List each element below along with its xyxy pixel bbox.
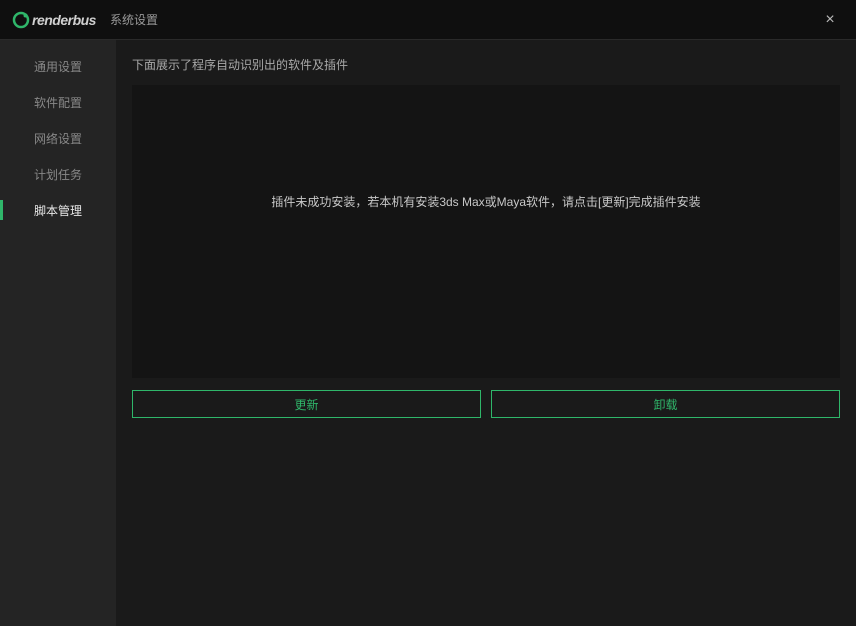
logo-text: renderbus (32, 12, 96, 28)
sidebar-item-scripts[interactable]: 脚本管理 (0, 192, 116, 228)
window-body: 通用设置 软件配置 网络设置 计划任务 脚本管理 下面展示了程序自动识别出的软件… (0, 40, 856, 626)
close-icon: × (825, 11, 834, 29)
settings-window: renderbus 系统设置 × 通用设置 软件配置 网络设置 计划任务 脚本管… (0, 0, 856, 626)
sidebar-item-tasks[interactable]: 计划任务 (0, 156, 116, 192)
close-button[interactable]: × (816, 6, 844, 34)
sidebar-item-label: 网络设置 (34, 130, 82, 147)
footer-space (116, 426, 856, 626)
update-button[interactable]: 更新 (132, 390, 481, 418)
plugin-list-area: 插件未成功安装，若本机有安装3ds Max或Maya软件，请点击[更新]完成插件… (132, 85, 840, 378)
window-title: 系统设置 (110, 11, 158, 28)
logo: renderbus (12, 11, 96, 29)
sidebar-item-label: 脚本管理 (34, 202, 82, 219)
titlebar: renderbus 系统设置 × (0, 0, 856, 40)
sidebar-item-network[interactable]: 网络设置 (0, 120, 116, 156)
uninstall-button[interactable]: 卸载 (491, 390, 840, 418)
main-panel: 下面展示了程序自动识别出的软件及插件 插件未成功安装，若本机有安装3ds Max… (116, 40, 856, 626)
sidebar-item-software[interactable]: 软件配置 (0, 84, 116, 120)
sidebar-item-general[interactable]: 通用设置 (0, 48, 116, 84)
empty-state-message: 插件未成功安装，若本机有安装3ds Max或Maya软件，请点击[更新]完成插件… (271, 193, 700, 210)
sidebar-item-label: 计划任务 (34, 166, 82, 183)
panel-description: 下面展示了程序自动识别出的软件及插件 (116, 40, 856, 85)
update-button-label: 更新 (294, 396, 318, 413)
sidebar-item-label: 软件配置 (34, 94, 82, 111)
action-buttons: 更新 卸载 (116, 378, 856, 426)
sidebar: 通用设置 软件配置 网络设置 计划任务 脚本管理 (0, 40, 116, 626)
uninstall-button-label: 卸载 (653, 396, 677, 413)
renderbus-logo-icon (12, 11, 30, 29)
sidebar-item-label: 通用设置 (34, 58, 82, 75)
